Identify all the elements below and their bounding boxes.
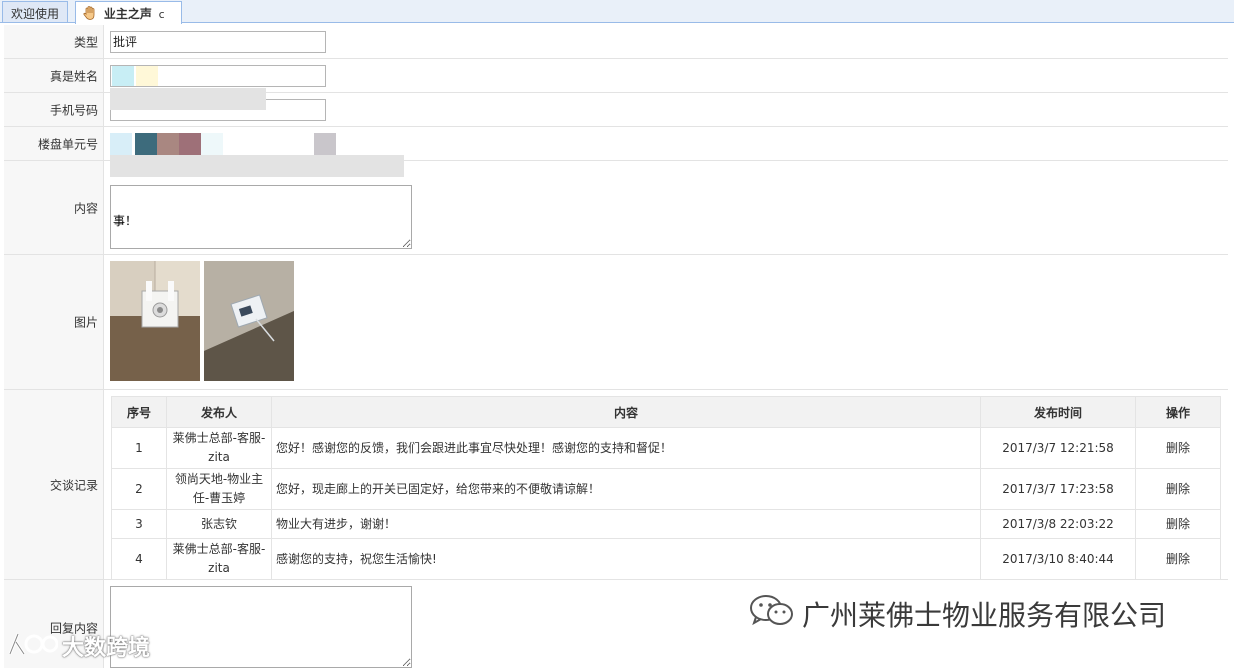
redacted-block [201, 133, 223, 155]
type-label: 类型 [73, 35, 98, 49]
wechat-icon [750, 595, 793, 626]
column-header-action: 操作 [1135, 396, 1221, 428]
phone-label: 手机号码 [49, 103, 98, 117]
row-time: 2017/3/8 22:03:22 [980, 509, 1136, 539]
row-author: 莱佛士总部-客服-zita [166, 427, 272, 469]
row-images: 图片 [4, 255, 1228, 390]
brand-logo-icon [8, 633, 58, 655]
name-label-cell: 真是姓名 [4, 59, 104, 92]
delete-link[interactable]: 删除 [1135, 538, 1221, 580]
company-watermark: 广州莱佛士物业服务有限公司 [802, 599, 1167, 632]
delete-link[interactable]: 删除 [1135, 468, 1221, 510]
row-time: 2017/3/10 8:40:44 [980, 538, 1136, 580]
redacted-block [112, 66, 134, 86]
name-label: 真是姓名 [49, 69, 98, 83]
row-content: 内容 [4, 155, 1228, 255]
records-label-cell: 交谈记录 [4, 390, 104, 579]
phone-label-cell: 手机号码 [4, 93, 104, 126]
row-number: 1 [111, 427, 167, 469]
table-header-row: 序号 发布人 内容 发布时间 操作 [111, 396, 1221, 428]
column-header-author: 发布人 [166, 396, 272, 428]
type-label-cell: 类型 [4, 25, 104, 58]
unit-label-cell: 楼盘单元号 [4, 127, 104, 160]
row-author: 张志钦 [166, 509, 272, 539]
delete-link[interactable]: 删除 [1135, 427, 1221, 469]
refresh-icon[interactable]: c [159, 8, 165, 21]
redacted-block [110, 155, 404, 177]
row-number: 4 [111, 538, 167, 580]
images-label-cell: 图片 [4, 255, 104, 389]
brand-watermark-text: 大数跨境 [62, 636, 151, 661]
table-row: 1 莱佛士总部-客服-zita 您好！感谢您的反馈，我们会跟进此事宜尽快处理！感… [111, 427, 1221, 469]
redacted-block [157, 133, 179, 155]
redacted-block [314, 133, 336, 155]
row-content: 您好，现走廊上的开关已固定好，给您带来的不便敬请谅解！ [271, 468, 981, 510]
tab-owner-voice[interactable]: 业主之声 c × [75, 1, 182, 36]
content-label: 内容 [73, 201, 98, 215]
reply-textarea[interactable] [110, 586, 412, 668]
records-label: 交谈记录 [49, 478, 98, 492]
row-content: 物业大有进步，谢谢！ [271, 509, 981, 539]
redacted-block [135, 133, 157, 155]
photo-thumbnail-1[interactable] [110, 261, 200, 381]
content-textarea[interactable] [110, 185, 412, 249]
row-number: 2 [111, 468, 167, 510]
row-time: 2017/3/7 17:23:58 [980, 468, 1136, 510]
tab-welcome[interactable]: 欢迎使用 [2, 1, 68, 22]
content-label-cell: 内容 [4, 161, 104, 254]
row-phone: 手机号码 [4, 88, 1228, 127]
redacted-block [179, 133, 201, 155]
tab-welcome-label: 欢迎使用 [11, 7, 60, 21]
photo-thumbnail-2[interactable] [204, 261, 294, 381]
row-type: 类型 批评 [4, 25, 1228, 59]
hand-icon [82, 5, 98, 21]
redacted-block [136, 66, 158, 86]
column-header-no: 序号 [111, 396, 167, 428]
tab-owner-voice-label: 业主之声 [103, 7, 152, 21]
row-author: 领尚天地-物业主任-曹玉婷 [166, 468, 272, 510]
redacted-block [110, 88, 266, 110]
row-author: 莱佛士总部-客服-zita [166, 538, 272, 580]
unit-label: 楼盘单元号 [37, 137, 98, 151]
row-content: 感谢您的支持，祝您生活愉快! [271, 538, 981, 580]
row-time: 2017/3/7 12:21:58 [980, 427, 1136, 469]
records-table: 序号 发布人 内容 发布时间 操作 1 莱佛士总部-客服-zita 您好！感谢您… [111, 396, 1221, 580]
row-number: 3 [111, 509, 167, 539]
table-row: 2 领尚天地-物业主任-曹玉婷 您好，现走廊上的开关已固定好，给您带来的不便敬请… [111, 468, 1221, 510]
images-label: 图片 [73, 315, 98, 330]
column-header-time: 发布时间 [980, 396, 1136, 428]
table-row: 3 张志钦 物业大有进步，谢谢！ 2017/3/8 22:03:22 删除 [111, 509, 1221, 539]
redacted-block [110, 133, 132, 155]
row-content: 您好！感谢您的反馈，我们会跟进此事宜尽快处理！感谢您的支持和督促！ [271, 427, 981, 469]
type-field[interactable]: 批评 [110, 31, 326, 53]
delete-link[interactable]: 删除 [1135, 509, 1221, 539]
column-header-content: 内容 [271, 396, 981, 428]
tab-bar: 欢迎使用 业主之声 c × [0, 0, 1234, 36]
row-records: 交谈记录 序号 发布人 内容 发布时间 操作 1 莱佛士总部-客服-zita 您… [4, 390, 1228, 580]
table-row: 4 莱佛士总部-客服-zita 感谢您的支持，祝您生活愉快! 2017/3/10… [111, 538, 1221, 580]
